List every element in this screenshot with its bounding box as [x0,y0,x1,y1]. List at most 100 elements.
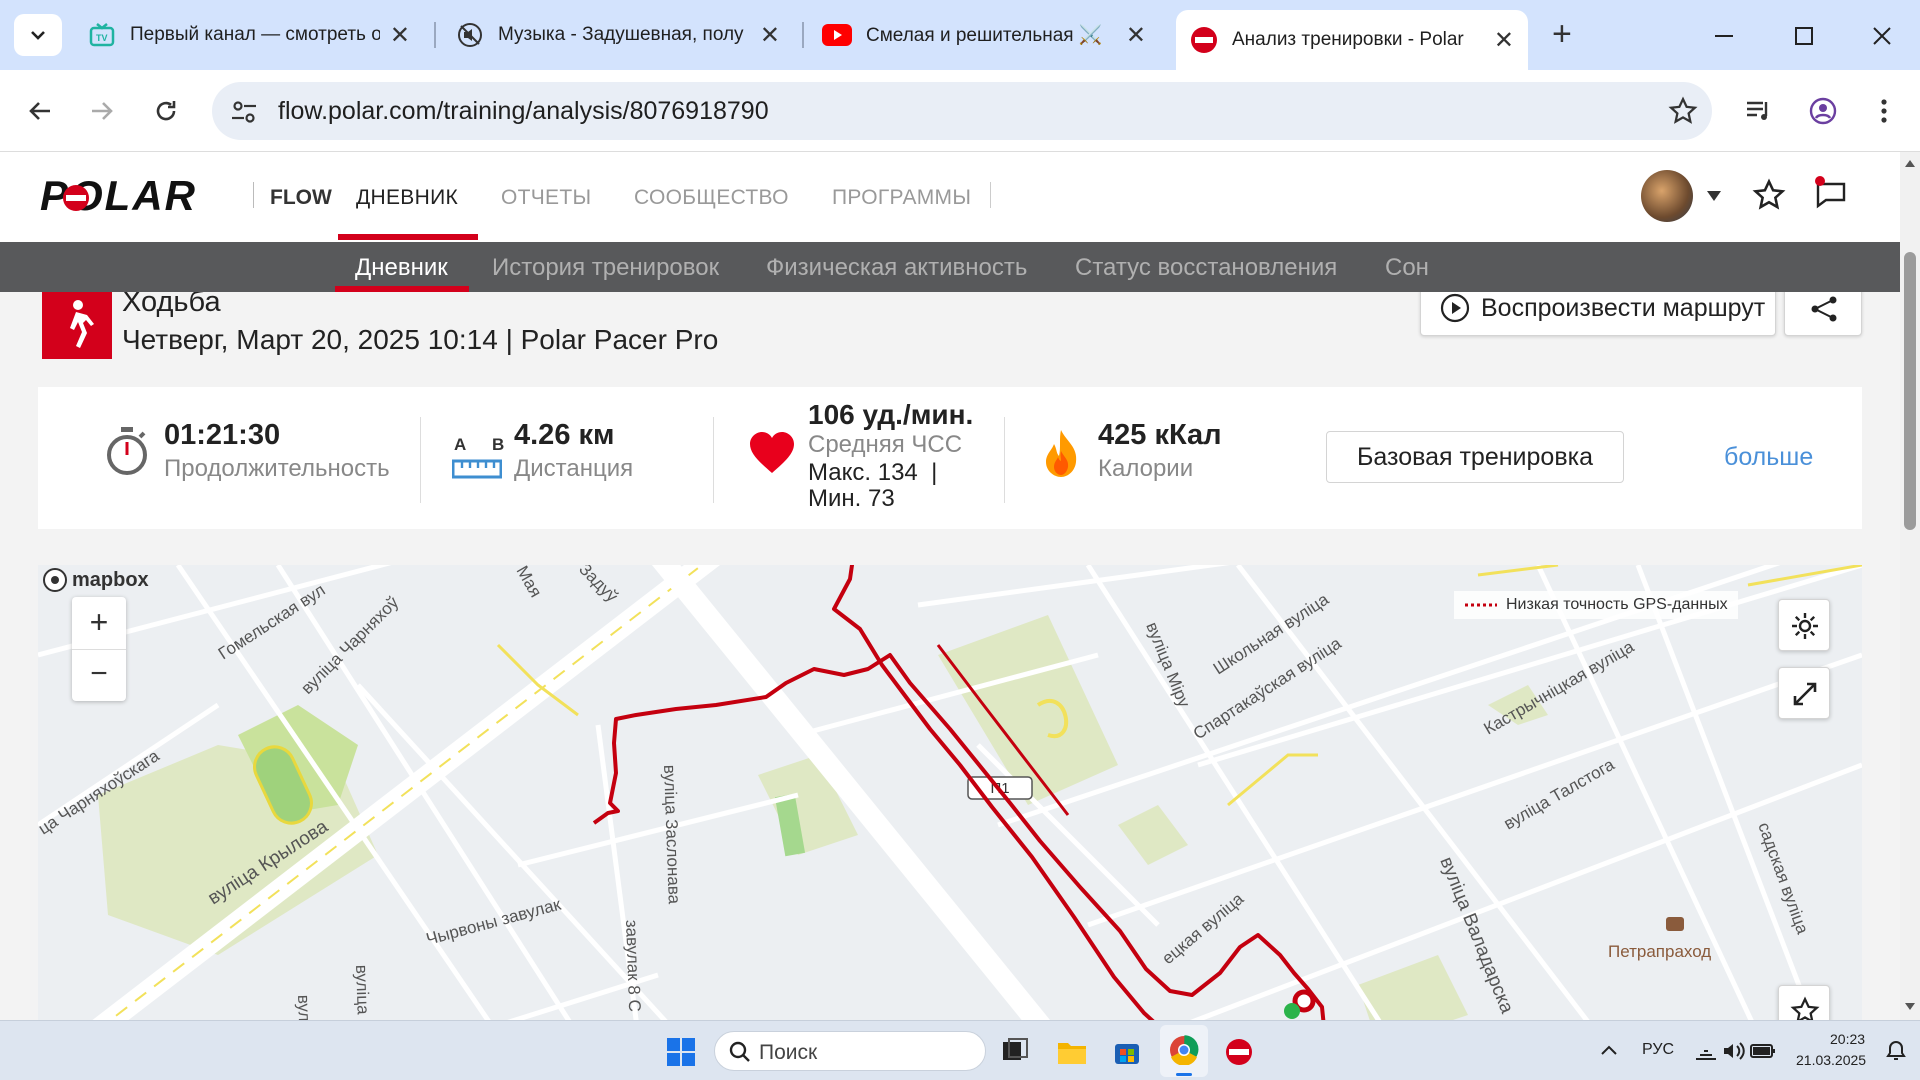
play-circle-icon [1440,293,1470,323]
expand-icon [1793,682,1817,706]
forward-icon[interactable] [88,97,116,125]
search-icon [729,1041,750,1062]
gps-accuracy-legend: Низкая точность GPS-данных [1454,591,1738,619]
close-tab-icon[interactable]: ✕ [1494,26,1514,55]
profile-icon[interactable] [1808,96,1838,126]
duration-label: Продолжительность [164,455,390,482]
input-language[interactable]: РУС [1642,1041,1674,1059]
polar-app-icon[interactable] [1224,1037,1254,1067]
ruler-icon [452,459,502,479]
clock-date[interactable]: 21.03.2025 [1796,1052,1866,1068]
flow-label: FLOW [270,186,332,209]
route-map[interactable]: вуліца Крылова Чырвоны завулак вуліца За… [38,565,1862,1020]
bookmark-star-icon[interactable] [1668,96,1698,126]
site-settings-icon[interactable] [230,98,258,126]
tab-search-button[interactable] [14,14,62,56]
network-icon[interactable] [1694,1041,1718,1061]
zoom-in-button[interactable]: + [72,597,126,649]
distance-point-a: A [454,435,467,454]
address-bar[interactable]: flow.polar.com/training/analysis/8076918… [212,82,1712,140]
main-content: Ходьба Четверг, Март 20, 2025 10:14 | Po… [0,292,1900,1020]
gps-accuracy-label: Низкая точность GPS-данных [1506,596,1728,613]
notifications-icon[interactable] [1884,1039,1908,1063]
browser-toolbar: flow.polar.com/training/analysis/8076918… [0,70,1920,152]
clock-time[interactable]: 20:23 [1830,1031,1865,1047]
close-tab-icon[interactable]: ✕ [760,21,780,50]
polar-icon [1191,27,1217,53]
tv-icon: TV [89,23,115,47]
replay-route-button[interactable]: Воспроизвести маршрут [1420,292,1776,336]
subnav-recovery[interactable]: Статус восстановления [1075,254,1337,282]
scrollbar-thumb[interactable] [1904,252,1916,530]
task-view-icon[interactable] [1000,1037,1030,1067]
tab-pervy-kanal[interactable]: TV Первый канал — смотреть онлайн ✕ [74,12,424,58]
distance-value: 4.26 км [514,419,615,451]
tab-youtube[interactable]: Смелая и решительная ⚔️ ✕ [808,12,1160,58]
volume-icon[interactable] [1722,1041,1746,1061]
mapbox-attribution[interactable]: mapbox [42,567,149,593]
mapbox-icon [43,568,67,592]
tab-muzyka[interactable]: Музыка - Задушевная, полу ✕ [442,12,794,58]
subnav-activity[interactable]: Физическая активность [766,254,1027,282]
new-tab-button[interactable]: + [1552,16,1572,52]
tab-title: Музыка - Задушевная, полу [498,24,744,45]
calories-label: Калории [1098,455,1194,482]
windows-start-icon[interactable] [666,1037,696,1067]
sport-badge [42,292,112,359]
subnav-training-history[interactable]: История тренировок [492,254,719,282]
map-settings-button[interactable] [1778,599,1830,651]
tab-polar-active[interactable]: Анализ тренировки - Polar ✕ [1176,10,1528,70]
tab-title: Анализ тренировки - Polar [1232,29,1464,50]
tab-title: Первый канал — смотреть онлайн [130,24,380,45]
minimize-icon[interactable] [1712,24,1736,48]
scroll-up-icon[interactable] [1904,158,1916,168]
avatar[interactable] [1641,170,1693,222]
url-text[interactable]: flow.polar.com/training/analysis/8076918… [278,97,769,126]
taskbar-search[interactable]: Поиск [714,1031,986,1071]
caret-down-icon[interactable] [1706,190,1722,202]
back-icon[interactable] [26,97,54,125]
polar-logo-o-icon [63,185,89,211]
reload-icon[interactable] [152,97,180,125]
store-icon[interactable] [1112,1037,1142,1067]
share-button[interactable] [1784,292,1862,336]
tab-strip: TV Первый канал — смотреть онлайн ✕ Музы… [0,0,1920,70]
svg-text:TV: TV [96,33,108,43]
zoom-control: + − [72,597,126,701]
chevron-down-icon [31,31,45,40]
maximize-icon[interactable] [1792,24,1816,48]
more-link[interactable]: больше [1724,443,1813,472]
youtube-icon [822,24,852,46]
tray-chevron-up-icon[interactable] [1600,1043,1618,1057]
route-start-marker [1284,1003,1300,1019]
chrome-taskbar-button[interactable] [1160,1025,1208,1077]
heart-rate-min: Мин. 73 [808,485,895,512]
messages-icon[interactable] [1812,174,1850,212]
favorites-star-icon[interactable] [1752,178,1786,212]
nav-programs[interactable]: ПРОГРАММЫ [832,186,971,210]
sub-navigation: Дневник История тренировок Физическая ак… [0,242,1900,292]
page-scrollbar[interactable] [1900,152,1920,1020]
close-tab-icon[interactable]: ✕ [1126,21,1146,50]
close-tab-icon[interactable]: ✕ [390,21,410,50]
nav-community[interactable]: СООБЩЕСТВО [634,186,789,210]
zoom-out-button[interactable]: − [72,649,126,701]
nav-reports[interactable]: ОТЧЕТЫ [501,186,591,210]
subnav-diary[interactable]: Дневник [355,254,448,282]
sport-profile-button[interactable]: Базовая тренировка [1326,431,1624,483]
close-window-icon[interactable] [1870,24,1894,48]
more-menu-icon[interactable] [1874,96,1894,126]
media-control-icon[interactable] [1744,96,1774,126]
file-explorer-icon[interactable] [1056,1037,1088,1067]
heart-rate-value: 106 уд./мин. [808,399,974,430]
dotted-line-icon [1465,603,1497,607]
map-canvas[interactable]: вуліца Крылова Чырвоны завулак вуліца За… [38,565,1862,1020]
distance-label: Дистанция [514,455,634,482]
nav-diary[interactable]: ДНЕВНИК [356,186,458,210]
subnav-sleep[interactable]: Сон [1385,254,1429,282]
battery-icon[interactable] [1750,1041,1776,1061]
map-favorite-button[interactable] [1778,985,1830,1020]
heart-rate-label: Средняя ЧСС [808,431,963,458]
fullscreen-button[interactable] [1778,667,1830,719]
scroll-down-icon[interactable] [1904,1002,1916,1012]
